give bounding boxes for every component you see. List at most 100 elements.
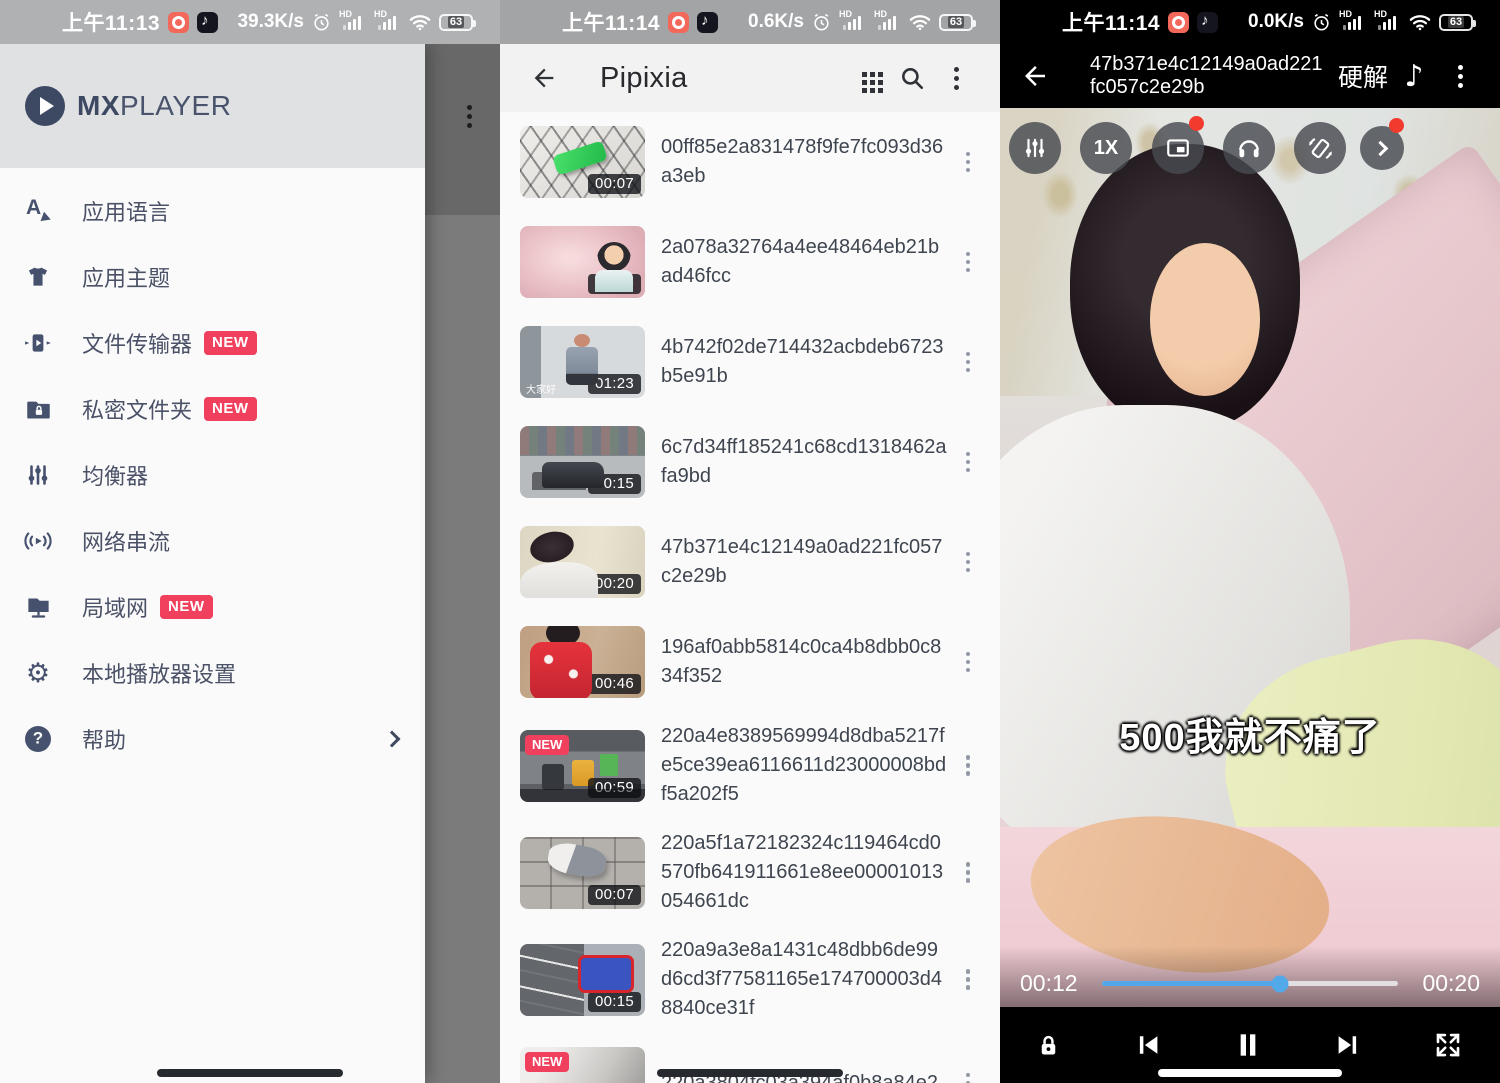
- video-thumbnail: 00:07: [520, 126, 645, 198]
- back-arrow-icon[interactable]: [1020, 54, 1060, 98]
- new-badge: NEW: [204, 331, 257, 355]
- video-row[interactable]: 大家好 01:23 4b742f02de714432acbdeb6723b5e9…: [500, 312, 1000, 412]
- video-thumbnail: 00:07: [520, 837, 645, 909]
- total-time: 00:20: [1412, 970, 1480, 997]
- equalizer-icon: [24, 461, 52, 489]
- signal-icon-sim2: HD: [1378, 15, 1401, 30]
- new-badge: NEW: [204, 397, 257, 421]
- row-menu-icon[interactable]: [948, 260, 988, 265]
- elapsed-time: 00:12: [1020, 970, 1088, 997]
- drawer-item-app-language[interactable]: 应用语言: [0, 178, 425, 244]
- duration-badge: 00:15: [588, 474, 641, 494]
- signal-icon-sim1: HD: [1343, 15, 1366, 30]
- drawer-item-file-transfer[interactable]: 文件传输器 NEW: [0, 310, 425, 376]
- video-filename: 47b371e4c12149a0ad221fc057c2e29b: [661, 533, 948, 591]
- private-folder-icon: [24, 395, 52, 423]
- tiktok-icon: [197, 12, 218, 33]
- home-indicator[interactable]: [657, 1069, 843, 1077]
- signal-icon-sim1: HD: [843, 15, 866, 30]
- status-time: 上午11:14: [562, 7, 660, 37]
- back-arrow-icon[interactable]: [522, 56, 566, 100]
- row-menu-icon[interactable]: [948, 360, 988, 365]
- duration-badge: 00:59: [588, 778, 641, 798]
- video-row[interactable]: NEW 00:59 220a4e8389569994d8dba5217fe5ce…: [500, 712, 1000, 819]
- more-options-icon: [467, 114, 472, 119]
- drawer-item-private-folder[interactable]: 私密文件夹 NEW: [0, 376, 425, 442]
- video-filename: 220a5f1a72182324c119464cd0570fb641911661…: [661, 829, 948, 916]
- new-badge: NEW: [525, 735, 569, 755]
- wifi-icon: [909, 14, 931, 31]
- help-icon: [24, 725, 52, 753]
- video-row[interactable]: 00:20 47b371e4c12149a0ad221fc057c2e29b: [500, 512, 1000, 612]
- home-indicator[interactable]: [157, 1069, 343, 1077]
- video-thumbnail: 00:20: [520, 526, 645, 598]
- drawer-item-equalizer[interactable]: 均衡器: [0, 442, 425, 508]
- player-header: 47b371e4c12149a0ad221fc057c2e29b 硬解: [1000, 44, 1500, 108]
- drawer-item-network-stream[interactable]: 网络串流: [0, 508, 425, 574]
- dimmed-background: [425, 44, 500, 1083]
- duration-badge: 00:46: [588, 674, 641, 694]
- video-row[interactable]: 00:15 6c7d34ff185241c68cd1318462afa9bd: [500, 412, 1000, 512]
- seek-fill: [1102, 981, 1280, 986]
- video-row[interactable]: 00:07 220a5f1a72182324c119464cd0570fb641…: [500, 819, 1000, 926]
- tiktok-icon: [1197, 12, 1218, 33]
- lock-button[interactable]: [1020, 1017, 1076, 1073]
- headphones-button[interactable]: [1223, 122, 1275, 174]
- translate-icon: [24, 197, 52, 225]
- more-options-icon[interactable]: [1440, 74, 1480, 79]
- drawer-item-app-theme[interactable]: 应用主题: [0, 244, 425, 310]
- video-list: 00:07 00ff85e2a831478f9fe7fc093d36a3eb 0…: [500, 112, 1000, 1083]
- video-filename: 2a078a32764a4ee48464eb21bad46fcc: [661, 233, 948, 291]
- wifi-icon: [409, 14, 431, 31]
- video-thumbnail: 00:15: [520, 944, 645, 1016]
- player-quick-buttons: 1X: [1000, 122, 1500, 178]
- screen-video-list: 上午11:14 0.6K/s HD HD 63 Pipixia: [500, 0, 1000, 1083]
- video-row[interactable]: 00:15 220a9a3e8a1431c48dbb6de99d6cd3f775…: [500, 926, 1000, 1033]
- drawer-header: MXPLAYER: [0, 44, 425, 168]
- drawer-item-help[interactable]: 帮助: [0, 706, 425, 772]
- search-icon[interactable]: [890, 56, 934, 100]
- video-thumbnail: 00:46: [520, 626, 645, 698]
- row-menu-icon[interactable]: [948, 460, 988, 465]
- previous-button[interactable]: [1120, 1017, 1176, 1073]
- audio-track-icon[interactable]: [1388, 59, 1440, 94]
- drawer-menu: 应用语言 应用主题 文件传输器 NEW: [0, 168, 425, 772]
- drawer-item-lan[interactable]: 局域网 NEW: [0, 574, 425, 640]
- next-button[interactable]: [1320, 1017, 1376, 1073]
- screen-rotation-button[interactable]: [1294, 122, 1346, 174]
- fullscreen-button[interactable]: [1420, 1017, 1476, 1073]
- video-thumbnail: NEW: [520, 1047, 645, 1083]
- video-frame[interactable]: [1000, 108, 1500, 1007]
- video-filename: 196af0abb5814c0ca4b8dbb0c834f352: [661, 633, 948, 691]
- row-menu-icon[interactable]: [948, 560, 988, 565]
- playback-speed-button[interactable]: 1X: [1080, 122, 1132, 174]
- decoder-mode-button[interactable]: 硬解: [1338, 58, 1388, 94]
- pause-button[interactable]: [1220, 1017, 1276, 1073]
- grid-view-icon[interactable]: [846, 56, 890, 100]
- seek-thumb[interactable]: [1271, 975, 1288, 992]
- battery-icon: 63: [1439, 14, 1473, 31]
- video-filename: 00ff85e2a831478f9fe7fc093d36a3eb: [661, 133, 948, 191]
- row-menu-icon[interactable]: [948, 870, 988, 875]
- gear-icon: [24, 659, 52, 687]
- video-subtitle: 500我就不痛了: [1000, 706, 1500, 761]
- network-speed: 39.3K/s: [237, 11, 304, 33]
- app-bar: Pipixia: [500, 44, 1000, 112]
- video-filename: 220a4e8389569994d8dba5217fe5ce39ea611661…: [661, 722, 948, 809]
- alarm-icon: [812, 13, 831, 32]
- wifi-icon: [1409, 14, 1431, 31]
- home-indicator[interactable]: [1158, 1069, 1342, 1077]
- more-options-icon[interactable]: [934, 56, 978, 100]
- video-row[interactable]: 00:15 2a078a32764a4ee48464eb21bad46fcc: [500, 212, 1000, 312]
- drawer-item-local-player-settings[interactable]: 本地播放器设置: [0, 640, 425, 706]
- video-row[interactable]: 00:07 00ff85e2a831478f9fe7fc093d36a3eb: [500, 112, 1000, 212]
- video-thumbnail: 00:15: [520, 226, 645, 298]
- video-row[interactable]: 00:46 196af0abb5814c0ca4b8dbb0c834f352: [500, 612, 1000, 712]
- equalizer-button[interactable]: [1009, 122, 1061, 174]
- row-menu-icon[interactable]: [948, 977, 988, 982]
- seek-slider[interactable]: [1102, 981, 1398, 986]
- row-menu-icon[interactable]: [948, 763, 988, 768]
- row-menu-icon[interactable]: [948, 660, 988, 665]
- row-menu-icon[interactable]: [948, 160, 988, 165]
- network-stream-icon: [24, 527, 52, 555]
